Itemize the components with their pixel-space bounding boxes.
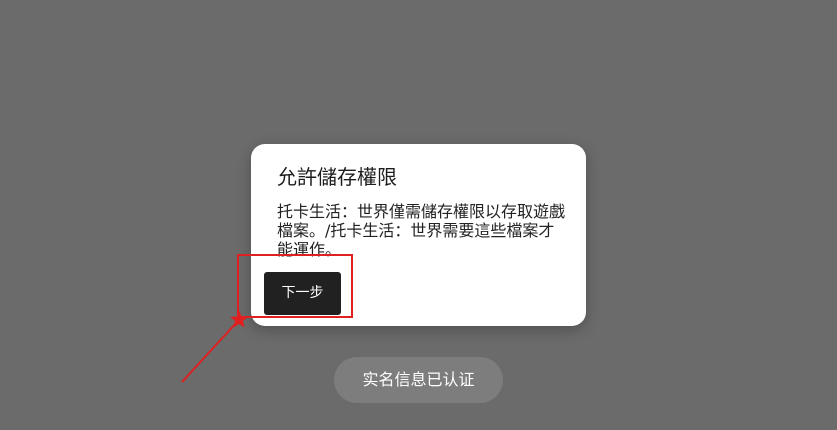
dialog-title: 允許儲存權限 <box>277 165 397 189</box>
dialog-message: 托卡生活：世界僅需儲存權限以存取遊戲檔案。/托卡生活：世界需要這些檔案才能運作。 <box>277 202 566 259</box>
toast-message: 实名信息已认证 <box>334 357 503 403</box>
storage-permission-dialog: 允許儲存權限 托卡生活：世界僅需儲存權限以存取遊戲檔案。/托卡生活：世界需要這些… <box>251 144 586 326</box>
next-button[interactable]: 下一步 <box>264 272 341 315</box>
